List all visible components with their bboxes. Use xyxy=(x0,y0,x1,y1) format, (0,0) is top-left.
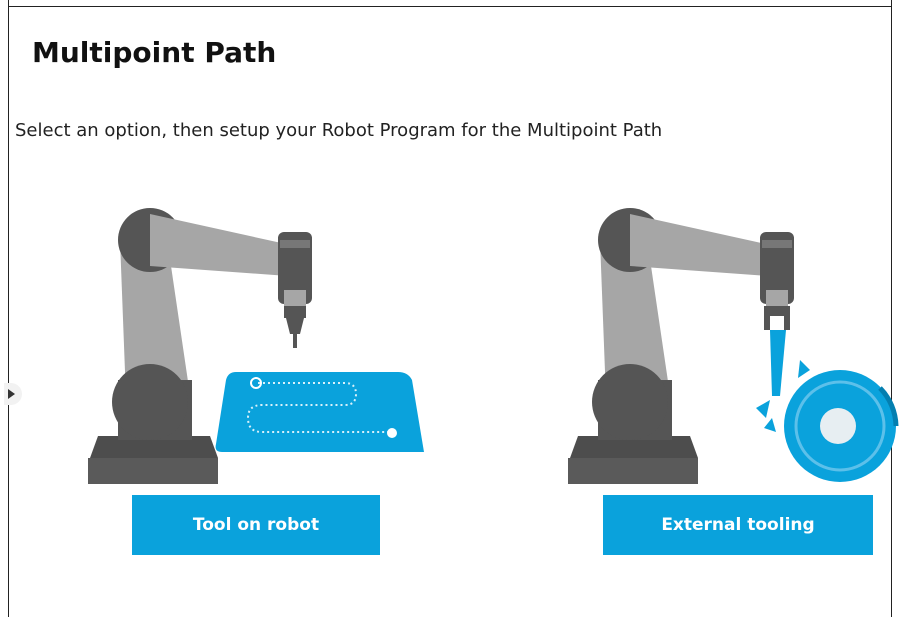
play-arrow-icon xyxy=(8,389,15,399)
side-panel-toggle[interactable] xyxy=(4,383,22,405)
instructions-text: Select an option, then setup your Robot … xyxy=(15,120,663,141)
page-title: Multipoint Path xyxy=(32,36,277,69)
robot-with-tool-icon xyxy=(88,208,424,484)
robot-with-external-tool-icon xyxy=(568,208,899,484)
panel-border-top xyxy=(8,6,892,7)
tool-on-robot-button[interactable]: Tool on robot xyxy=(132,495,380,555)
panel-border-left xyxy=(8,0,9,617)
external-tooling-button[interactable]: External tooling xyxy=(603,495,873,555)
